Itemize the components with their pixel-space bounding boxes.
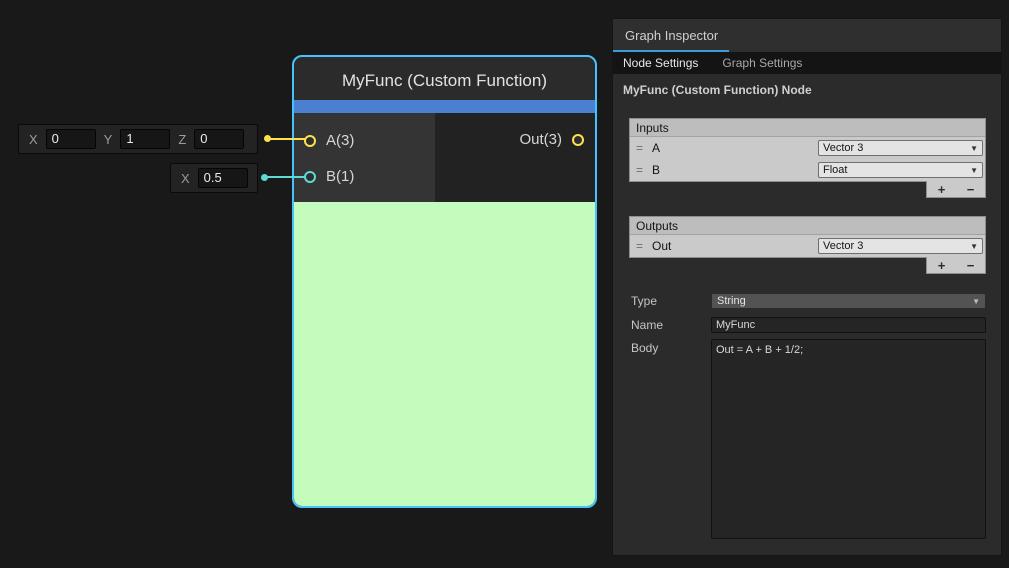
float-input-node[interactable]: X 0.5 [170,163,258,193]
drag-handle-icon[interactable]: = [636,239,648,253]
name-field[interactable]: MyFunc [711,317,986,333]
add-input-button[interactable]: + [938,182,946,197]
remove-output-button[interactable]: − [967,258,975,273]
output-ports-background [435,113,595,202]
drag-handle-icon[interactable]: = [636,163,648,177]
shader-graph-window: X 0 Y 1 Z 0 X 0.5 MyFunc (Custom Functio… [0,0,1009,568]
name-label: Name [631,318,663,332]
vector3-input-node[interactable]: X 0 Y 1 Z 0 [18,124,258,154]
input-ports-background [294,113,435,202]
dropdown-value: Vector 3 [823,240,863,252]
port-out-label: Out(3) [519,130,562,150]
add-output-button[interactable]: + [938,258,946,273]
remove-input-button[interactable]: − [967,182,975,197]
inspector-tabs: Node Settings Graph Settings [613,52,1001,74]
port-out-icon[interactable] [572,134,584,146]
port-a-icon[interactable] [304,135,316,147]
graph-canvas[interactable]: X 0 Y 1 Z 0 X 0.5 MyFunc (Custom Functio… [0,0,612,568]
input-row-a[interactable]: = A Vector 3 ▼ [630,137,985,159]
outputs-list-header: Outputs [630,217,985,235]
node-title: MyFunc (Custom Function) [294,57,595,100]
body-field[interactable]: Out = A + B + 1/2; [711,339,986,539]
node-ports-area: A(3) B(1) Out(3) [294,113,595,202]
inputs-list: Inputs = A Vector 3 ▼ = B Float ▼ [629,118,986,182]
body-label: Body [631,341,658,355]
vector3-output-port[interactable] [264,135,271,142]
inputs-list-header: Inputs [630,119,985,137]
y-axis-label: Y [104,132,113,147]
edge-float-to-b[interactable] [264,176,306,178]
dropdown-value: Vector 3 [823,142,863,154]
header-accent-line [613,50,729,52]
input-a-name: A [652,141,660,155]
node-accent-bar [294,100,595,113]
tab-graph-settings[interactable]: Graph Settings [722,56,802,70]
node-preview [294,202,595,506]
dropdown-value: String [717,295,746,307]
node-settings-heading: MyFunc (Custom Function) Node [623,83,812,97]
inspector-title: Graph Inspector [625,28,718,43]
output-out-name: Out [652,239,671,253]
inputs-list-footer: + − [926,181,986,198]
port-b-label: B(1) [326,167,354,187]
chevron-down-icon: ▼ [972,297,980,306]
port-a-label: A(3) [326,131,354,151]
tab-node-settings[interactable]: Node Settings [623,56,698,70]
type-label: Type [631,294,657,308]
input-row-b[interactable]: = B Float ▼ [630,159,985,181]
chevron-down-icon: ▼ [970,242,978,251]
z-axis-label: Z [178,132,186,147]
x-axis-label: X [181,171,190,186]
outputs-list-footer: + − [926,257,986,274]
edge-vector3-to-a[interactable] [266,138,306,140]
drag-handle-icon[interactable]: = [636,141,648,155]
graph-inspector-panel: Graph Inspector Node Settings Graph Sett… [612,18,1002,556]
outputs-list: Outputs = Out Vector 3 ▼ [629,216,986,258]
chevron-down-icon: ▼ [970,144,978,153]
x-value-field[interactable]: 0 [46,129,96,149]
chevron-down-icon: ▼ [970,166,978,175]
custom-function-node[interactable]: MyFunc (Custom Function) A(3) B(1) Out(3… [292,55,597,508]
y-value-field[interactable]: 1 [120,129,170,149]
input-b-type-dropdown[interactable]: Float ▼ [818,162,983,178]
output-row-out[interactable]: = Out Vector 3 ▼ [630,235,985,257]
dropdown-value: Float [823,164,847,176]
type-dropdown[interactable]: String ▼ [711,293,986,309]
x-axis-label: X [29,132,38,147]
float-output-port[interactable] [261,174,268,181]
output-out-type-dropdown[interactable]: Vector 3 ▼ [818,238,983,254]
x-value-field[interactable]: 0.5 [198,168,248,188]
z-value-field[interactable]: 0 [194,129,244,149]
input-a-type-dropdown[interactable]: Vector 3 ▼ [818,140,983,156]
inspector-header[interactable]: Graph Inspector [613,19,1001,52]
input-b-name: B [652,163,660,177]
